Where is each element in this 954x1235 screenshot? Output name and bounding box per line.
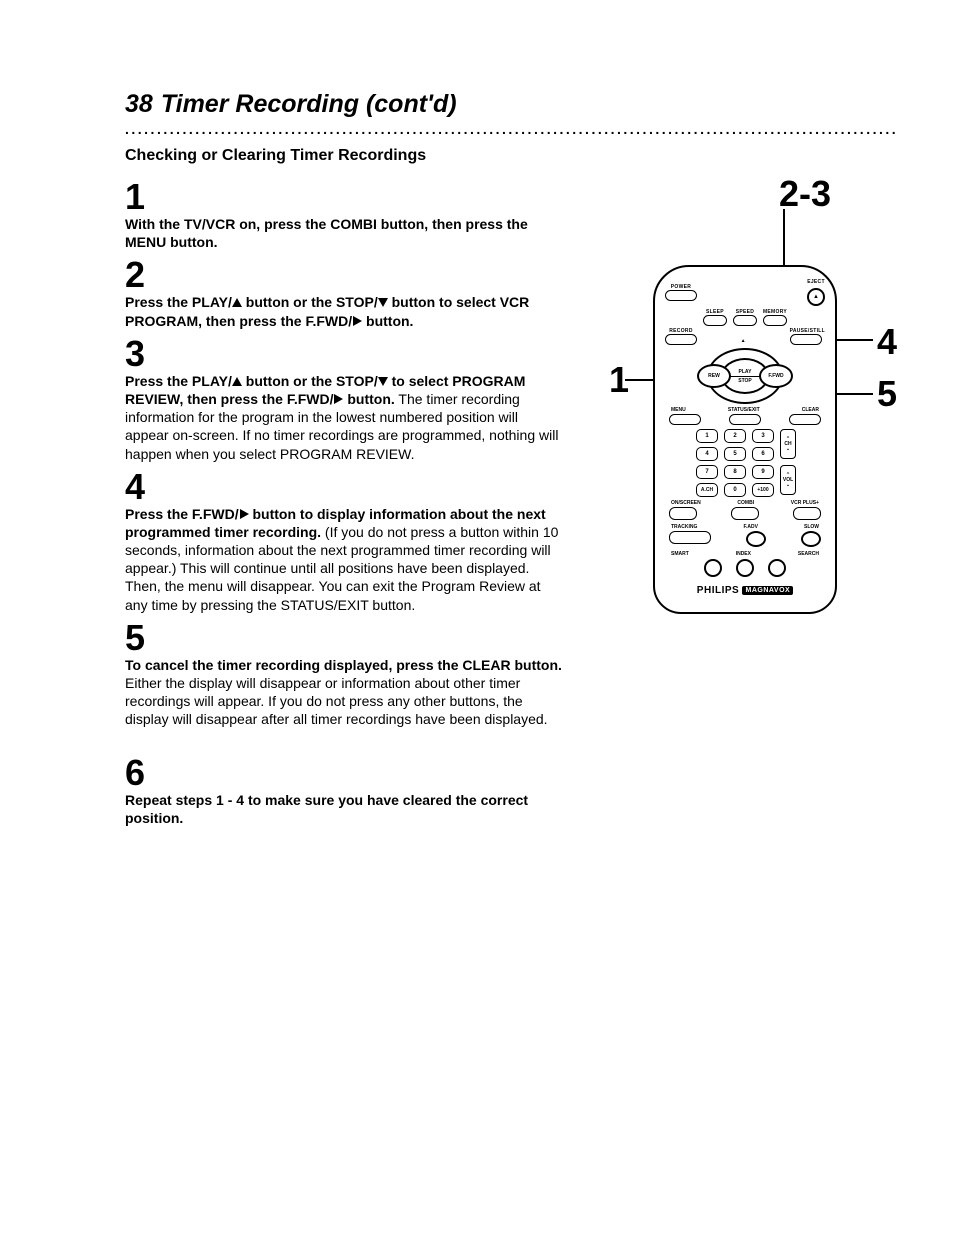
- slow-button: [801, 531, 821, 547]
- key-9: 9: [752, 465, 774, 479]
- play-button: PLAY: [739, 369, 752, 375]
- callout-2-3: 2-3: [779, 173, 831, 215]
- eject-button: ▲: [807, 288, 825, 306]
- key-3: 3: [752, 429, 774, 443]
- step-1-text: With the TV/VCR on, press the COMBI butt…: [125, 215, 565, 251]
- remote-control: POWER EJECT▲ SLEEP SPEED MEMORY RECORD ▲…: [653, 265, 837, 614]
- step-4-text: Press the F.FWD/ button to display infor…: [125, 505, 565, 614]
- step-6-number: 6: [125, 755, 565, 791]
- triangle-down-icon: [378, 298, 388, 307]
- key-6: 6: [752, 447, 774, 461]
- callout-4: 4: [877, 321, 897, 363]
- fadv-button: [746, 531, 766, 547]
- onscreen-button: [669, 507, 697, 520]
- search-button: [768, 559, 786, 577]
- step-2-text: Press the PLAY/ button or the STOP/ butt…: [125, 293, 565, 329]
- record-button: [665, 334, 697, 345]
- key-4: 4: [696, 447, 718, 461]
- triangle-up-icon: [232, 377, 242, 386]
- key-7: 7: [696, 465, 718, 479]
- remote-diagram-column: 2-3 4 5 1 POWER EJECT▲ SLEEP SPEED MEMOR…: [611, 173, 891, 614]
- divider-dots: ........................................…: [125, 121, 895, 137]
- step-3-number: 3: [125, 336, 565, 372]
- ffwd-button: F.FWD: [759, 364, 793, 388]
- smart-button: [704, 559, 722, 577]
- triangle-right-icon: [353, 316, 362, 326]
- pause-button: [790, 334, 822, 345]
- key-plus100: +100: [752, 483, 774, 497]
- step-5-text: To cancel the timer recording displayed,…: [125, 656, 565, 729]
- nav-pad: REW F.FWD PLAY STOP: [707, 348, 783, 404]
- key-1: 1: [696, 429, 718, 443]
- triangle-right-icon: [334, 394, 343, 404]
- step-2-number: 2: [125, 257, 565, 293]
- keypad: 1 2 3 ⌃CH⌄ 4 5 6 7 8 9 ⌃VOL⌄ A.CH 0 +100: [665, 429, 825, 497]
- key-ach: A.CH: [696, 483, 718, 497]
- page-number: 38: [125, 90, 153, 119]
- clear-button: [789, 414, 821, 425]
- speed-button: [733, 315, 757, 326]
- triangle-down-icon: [378, 377, 388, 386]
- power-button: [665, 290, 697, 301]
- combi-button: [731, 507, 759, 520]
- key-5: 5: [724, 447, 746, 461]
- brand-label: PHILIPS MAGNAVOX: [665, 585, 825, 596]
- triangle-up-icon: [232, 298, 242, 307]
- step-1-number: 1: [125, 179, 565, 215]
- step-5-number: 5: [125, 620, 565, 656]
- vcrplus-button: [793, 507, 821, 520]
- vol-rocker: ⌃VOL⌄: [780, 465, 796, 495]
- key-2: 2: [724, 429, 746, 443]
- ch-rocker: ⌃CH⌄: [780, 429, 796, 459]
- key-8: 8: [724, 465, 746, 479]
- sleep-button: [703, 315, 727, 326]
- tracking-button: [669, 531, 711, 544]
- status-exit-button: [729, 414, 761, 425]
- index-button: [736, 559, 754, 577]
- page-title: Timer Recording (cont'd): [161, 90, 457, 119]
- memory-button: [763, 315, 787, 326]
- steps-column: 1 With the TV/VCR on, press the COMBI bu…: [125, 173, 565, 827]
- triangle-right-icon: [240, 509, 249, 519]
- menu-button: [669, 414, 701, 425]
- page-header: 38 Timer Recording (cont'd): [125, 90, 894, 119]
- stop-button: STOP: [738, 378, 752, 384]
- step-3-text: Press the PLAY/ button or the STOP/ to s…: [125, 372, 565, 463]
- callout-5: 5: [877, 373, 897, 415]
- step-4-number: 4: [125, 469, 565, 505]
- key-0: 0: [724, 483, 746, 497]
- step-6-text: Repeat steps 1 - 4 to make sure you have…: [125, 791, 565, 827]
- rew-button: REW: [697, 364, 731, 388]
- section-subtitle: Checking or Clearing Timer Recordings: [125, 147, 894, 165]
